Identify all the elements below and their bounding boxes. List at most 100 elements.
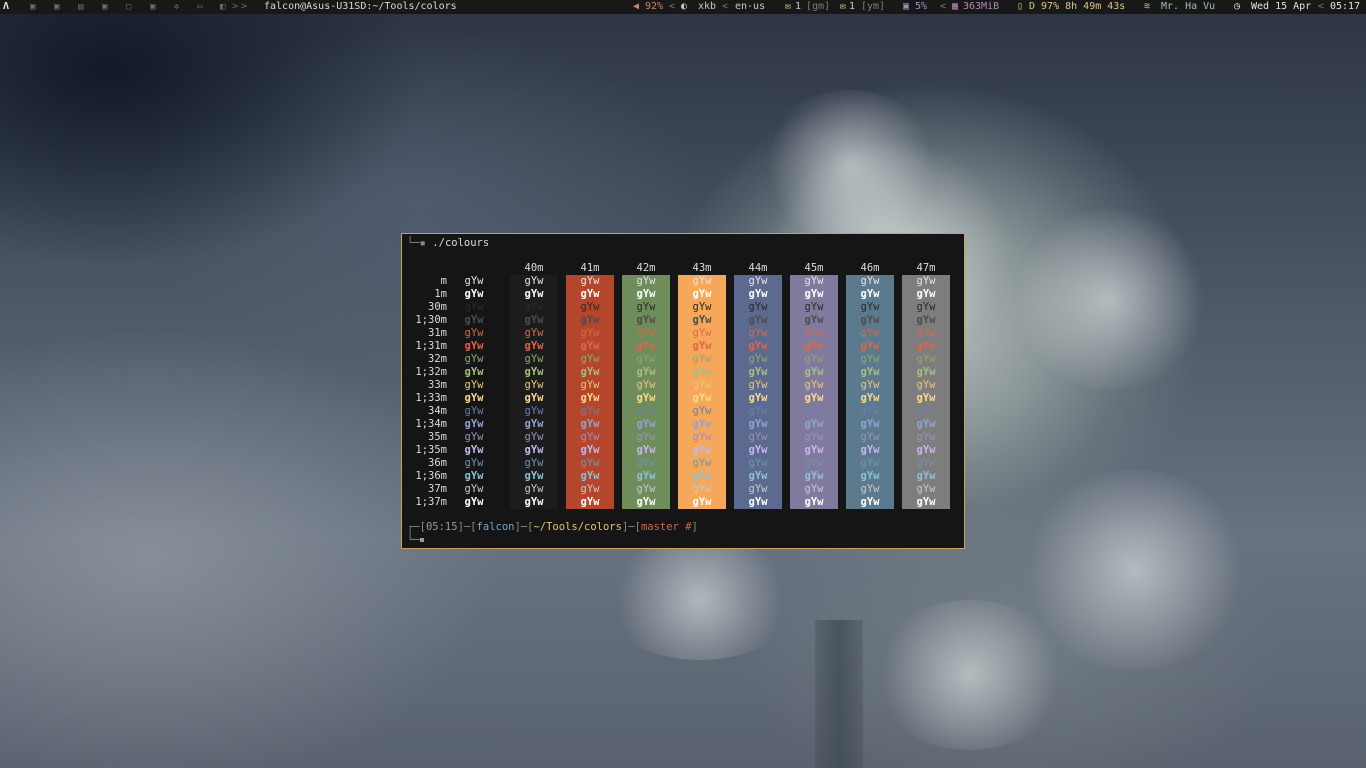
sample-text: gYw: [524, 392, 544, 404]
sample-text: gYw: [464, 431, 484, 443]
sample-text: gYw: [580, 301, 600, 313]
flower-stem: [815, 620, 863, 768]
sample-text: gYw: [916, 431, 936, 443]
sample-text: gYw: [748, 340, 768, 352]
volume-level[interactable]: 92%: [645, 0, 663, 14]
terminal-window[interactable]: └─▪ ./colours 40m 41m 42m 43m 44m 45m 46m 47m m g…: [401, 233, 965, 549]
sample-text: gYw: [860, 275, 880, 287]
row-label: 1;37m: [415, 496, 447, 508]
wifi-icon[interactable]: ≋: [1144, 0, 1150, 14]
row-label: 1m: [434, 288, 447, 300]
bg-column-header: 40m: [524, 262, 544, 274]
sample-text: gYw: [524, 496, 544, 508]
command-line: └─▪ ./colours: [407, 237, 490, 249]
workspace-3-icon[interactable]: ▤: [78, 0, 83, 14]
workspace-4-icon[interactable]: ▣: [102, 0, 107, 14]
sample-text: gYw: [692, 431, 712, 443]
keyboard-icon: ◐: [681, 1, 688, 12]
workspace-2-icon[interactable]: ▣: [54, 0, 59, 14]
sample-text: gYw: [748, 366, 768, 378]
sample-text: gYw: [636, 444, 656, 456]
sample-text: gYw: [580, 366, 600, 378]
bg-column-header: 47m: [916, 262, 936, 274]
sample-text: gYw: [692, 418, 712, 430]
sample-text: gYw: [692, 314, 712, 326]
sample-text: gYw: [804, 418, 824, 430]
sample-text: gYw: [692, 444, 712, 456]
sample-text: gYw: [524, 379, 544, 391]
workspace-8-icon[interactable]: ▭: [197, 0, 202, 14]
workspace-5-icon[interactable]: ▢: [126, 0, 131, 14]
sample-text: gYw: [692, 470, 712, 482]
volume-icon[interactable]: ◀: [633, 0, 639, 14]
sample-text: gYw: [636, 470, 656, 482]
workspace-1-icon[interactable]: ▣: [30, 0, 35, 14]
arch-logo-icon[interactable]: Λ: [3, 0, 9, 14]
sample-text: gYw: [860, 340, 880, 352]
sample-text: gYw: [916, 392, 936, 404]
workspace-6-icon[interactable]: ▣: [150, 0, 155, 14]
sample-text: gYw: [860, 392, 880, 404]
date-label[interactable]: Wed 15 Apr: [1251, 0, 1311, 14]
sample-text: gYw: [524, 353, 544, 365]
sample-text: gYw: [916, 353, 936, 365]
wifi-network[interactable]: Mr. Ha Vu: [1161, 0, 1215, 14]
row-label: 35m: [428, 431, 447, 443]
sample-text: gYw: [748, 444, 768, 456]
row-label: 34m: [428, 405, 447, 417]
sample-text: gYw: [804, 431, 824, 443]
sample-text: gYw: [524, 457, 544, 469]
terminal-cursor: [419, 538, 424, 542]
prompt-directory: ~/Tools/colors: [533, 521, 622, 533]
sample-text: gYw: [860, 470, 880, 482]
mail-ym-label[interactable]: [ym]: [861, 0, 885, 14]
sample-text: gYw: [804, 275, 824, 287]
sample-text: gYw: [804, 288, 824, 300]
sample-text: gYw: [692, 457, 712, 469]
sample-text: gYw: [916, 340, 936, 352]
sample-text: gYw: [916, 301, 936, 313]
mail-gm-label[interactable]: [gm]: [806, 0, 830, 14]
sample-text: gYw: [464, 275, 484, 287]
sample-text: gYw: [580, 275, 600, 287]
sample-text: gYw: [464, 340, 484, 352]
sample-text: gYw: [636, 431, 656, 443]
sample-text: gYw: [580, 457, 600, 469]
sample-text: gYw: [860, 366, 880, 378]
sample-text: gYw: [524, 483, 544, 495]
sample-text: gYw: [464, 444, 484, 456]
sample-text: gYw: [748, 314, 768, 326]
top-status-bar: Λ ▣ ▣ ▤ ▣ ▢ ▣ ✲ ▭ ◧ > > falcon@Asus-U31S…: [0, 0, 1366, 14]
row-label: 31m: [428, 327, 447, 339]
sample-text: gYw: [860, 314, 880, 326]
row-label: 33m: [428, 379, 447, 391]
sample-text: gYw: [636, 483, 656, 495]
sample-text: gYw: [860, 418, 880, 430]
sample-text: gYw: [748, 483, 768, 495]
sample-text: gYw: [916, 314, 936, 326]
sample-text: gYw: [748, 496, 768, 508]
sample-text: gYw: [692, 405, 712, 417]
sample-text: gYw: [464, 301, 484, 313]
workspace-7-icon[interactable]: ✲: [174, 0, 179, 14]
sample-text: gYw: [464, 470, 484, 482]
sample-text: gYw: [524, 314, 544, 326]
keyboard-layout[interactable]: en-us: [735, 0, 765, 14]
sample-text: gYw: [464, 366, 484, 378]
sample-text: gYw: [748, 470, 768, 482]
row-label: 1;34m: [415, 418, 447, 430]
sample-text: gYw: [916, 496, 936, 508]
sample-text: gYw: [636, 457, 656, 469]
shell-input-line[interactable]: └─: [407, 534, 424, 547]
row-label: 1;30m: [415, 314, 447, 326]
time-label[interactable]: 05:17: [1330, 0, 1360, 14]
workspace-9-icon[interactable]: ◧: [220, 0, 225, 14]
sample-text: gYw: [860, 405, 880, 417]
sample-text: gYw: [580, 314, 600, 326]
sample-text: gYw: [804, 470, 824, 482]
sample-text: gYw: [580, 327, 600, 339]
prompt-git-branch: master #: [640, 521, 692, 533]
sample-text: gYw: [580, 483, 600, 495]
sample-text: gYw: [748, 392, 768, 404]
sample-text: gYw: [804, 483, 824, 495]
